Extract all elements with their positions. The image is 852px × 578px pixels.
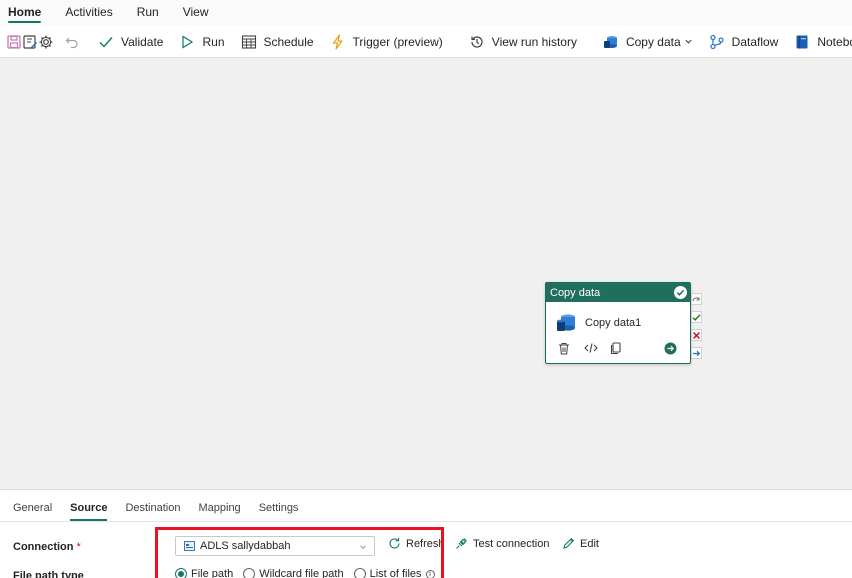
tab-settings[interactable]: Settings xyxy=(259,490,299,521)
dataflow-label: Dataflow xyxy=(731,34,779,49)
activity-output-ports xyxy=(691,293,703,365)
validate-label: Validate xyxy=(121,34,164,49)
history-icon xyxy=(471,35,483,48)
activity-header: Copy data xyxy=(546,283,690,302)
copy-data-button[interactable]: Copy data xyxy=(595,28,701,56)
view-run-history-label: View run history xyxy=(491,34,577,49)
on-fail-port[interactable] xyxy=(691,329,702,341)
plug-icon xyxy=(456,538,467,549)
edit-label: Edit xyxy=(580,537,599,550)
menu-tabs: Home Activities Run View xyxy=(0,0,852,26)
copy-data-activity[interactable]: Copy data Copy data1 xyxy=(545,282,691,364)
play-icon xyxy=(182,34,194,49)
notebook-button[interactable]: Noteboo xyxy=(786,28,852,56)
tab-view[interactable]: View xyxy=(183,0,221,26)
on-skip-port[interactable] xyxy=(691,293,702,305)
required-marker: * xyxy=(76,541,81,553)
gear-icon xyxy=(39,35,53,48)
notebook-icon xyxy=(796,35,808,48)
tab-home[interactable]: Home xyxy=(8,0,53,26)
dataflow-button[interactable]: Dataflow xyxy=(701,28,787,56)
save-button[interactable] xyxy=(6,28,22,56)
checkmark-icon xyxy=(99,36,113,48)
view-run-history-button[interactable]: View run history xyxy=(461,28,585,56)
success-check-icon xyxy=(674,286,687,299)
tab-mapping[interactable]: Mapping xyxy=(198,490,240,521)
copy-data-icon xyxy=(603,35,617,48)
highlight-box xyxy=(155,527,444,578)
tab-destination[interactable]: Destination xyxy=(125,490,180,521)
success-check-icon xyxy=(692,313,701,321)
connection-label: Connection * xyxy=(13,541,81,553)
undo-icon xyxy=(65,37,78,48)
file-path-type-label: File path type xyxy=(13,570,84,578)
activity-body: Copy data1 xyxy=(546,302,690,336)
activity-type-label: Copy data xyxy=(550,286,601,299)
trigger-label: Trigger (preview) xyxy=(352,34,443,49)
run-button[interactable]: Run xyxy=(171,28,232,56)
skip-arrow-icon xyxy=(692,296,700,301)
edit-connection-button[interactable]: Edit xyxy=(562,537,599,550)
schedule-button[interactable]: Schedule xyxy=(233,28,322,56)
dataflow-icon xyxy=(710,34,724,49)
tab-run[interactable]: Run xyxy=(137,0,171,26)
copy-icon xyxy=(610,341,621,354)
save-as-button[interactable] xyxy=(22,28,38,56)
tab-general[interactable]: General xyxy=(13,490,52,521)
lightning-icon xyxy=(332,33,343,50)
test-connection-label: Test connection xyxy=(473,537,550,550)
on-success-port[interactable] xyxy=(691,311,702,323)
trash-icon xyxy=(559,342,569,354)
delete-activity-button[interactable] xyxy=(558,341,584,355)
copy-data-label: Copy data xyxy=(625,34,681,49)
properties-tabs: General Source Destination Mapping Setti… xyxy=(0,490,852,522)
schedule-label: Schedule xyxy=(263,34,314,49)
save-icon xyxy=(7,34,21,49)
toolbar: Validate Run Schedule Trigger (preview) … xyxy=(0,26,852,58)
undo-button[interactable] xyxy=(64,28,80,56)
connection-label-text: Connection xyxy=(13,541,74,553)
chevron-down-icon xyxy=(685,39,692,44)
save-as-icon xyxy=(23,34,37,49)
code-icon xyxy=(584,343,598,353)
validate-button[interactable]: Validate xyxy=(90,28,171,56)
arrow-right-circle-icon xyxy=(664,342,677,354)
activity-name: Copy data1 xyxy=(585,317,642,329)
copy-activity-button[interactable] xyxy=(610,341,636,355)
tab-activities[interactable]: Activities xyxy=(65,0,124,26)
view-code-button[interactable] xyxy=(584,341,610,355)
tab-source[interactable]: Source xyxy=(70,490,108,521)
pencil-icon xyxy=(563,537,575,549)
activity-actions xyxy=(546,336,690,355)
copy-data-icon xyxy=(557,314,575,331)
arrow-right-icon xyxy=(693,350,701,356)
settings-button[interactable] xyxy=(38,28,54,56)
run-label: Run xyxy=(202,34,225,49)
on-completion-port[interactable] xyxy=(691,347,702,359)
trigger-button[interactable]: Trigger (preview) xyxy=(322,28,451,56)
pipeline-canvas[interactable] xyxy=(0,58,852,489)
notebook-label: Noteboo xyxy=(817,34,852,49)
fail-x-icon xyxy=(692,331,701,339)
test-connection-button[interactable]: Test connection xyxy=(455,537,549,550)
go-to-activity-button[interactable] xyxy=(664,341,690,355)
calendar-icon xyxy=(241,34,256,49)
